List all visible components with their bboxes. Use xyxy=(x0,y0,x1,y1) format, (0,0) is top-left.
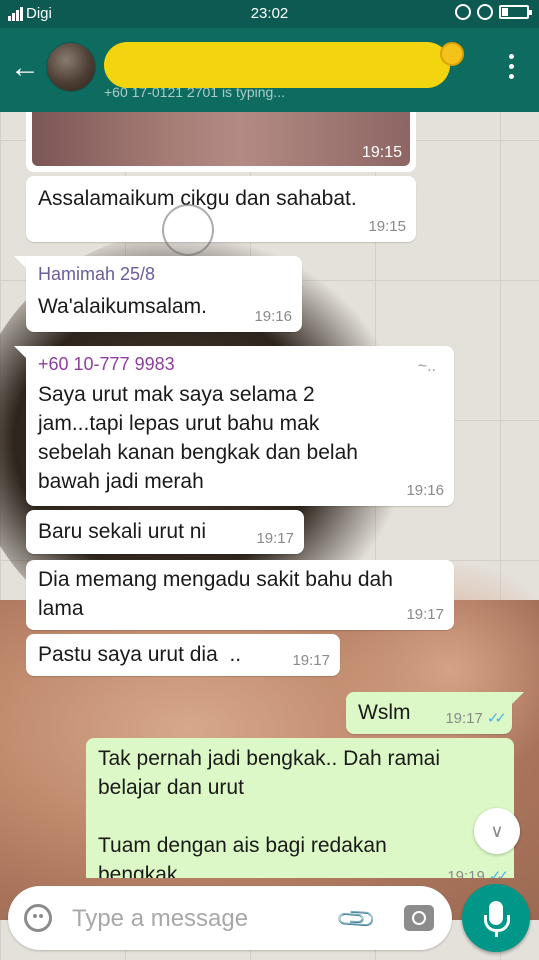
message-text: Tak pernah jadi bengkak.. Dah ramai bela… xyxy=(98,747,441,878)
message-bubble-outgoing[interactable]: Wslm 19:17 ✓✓ xyxy=(346,692,512,734)
message-text: Saya urut mak saya selama 2 jam...tapi l… xyxy=(38,383,358,493)
sender-name: +60 10-777 9983 xyxy=(38,354,175,374)
message-bubble[interactable]: Baru sekali urut ni 19:17 xyxy=(26,510,304,554)
message-time: 19:19 xyxy=(447,868,485,878)
mic-button[interactable] xyxy=(462,884,530,952)
alarm-icon xyxy=(477,4,493,20)
message-time: 19:17 xyxy=(406,606,444,623)
chevron-double-down-icon[interactable]: ∨ xyxy=(474,808,520,854)
bubble-tail xyxy=(512,692,524,704)
rotation-lock-icon xyxy=(455,4,471,20)
message-bubble[interactable]: Pastu saya urut dia .. 19:17 xyxy=(26,634,340,676)
message-composer: 📎 xyxy=(8,886,452,950)
read-ticks-icon: ✓✓ xyxy=(488,868,509,878)
image-message[interactable]: 19:15 xyxy=(26,112,416,172)
chat-header: ← +60 17-0121 2701 is typing... xyxy=(0,28,539,112)
paperclip-icon[interactable]: 📎 xyxy=(333,896,378,941)
group-avatar[interactable] xyxy=(46,42,96,92)
message-input[interactable] xyxy=(72,902,322,936)
message-time: 19:17 xyxy=(292,652,330,669)
more-vert-icon[interactable] xyxy=(509,54,515,79)
message-text: Assalamaikum cikgu dan sahabat. xyxy=(38,187,357,210)
message-text: Baru sekali urut ni xyxy=(38,520,207,543)
bubble-tail xyxy=(14,346,26,358)
group-name-redacted[interactable] xyxy=(104,42,450,88)
message-bubble-outgoing[interactable]: Tak pernah jadi bengkak.. Dah ramai bela… xyxy=(86,738,514,878)
arrow-left-icon[interactable]: ← xyxy=(10,52,42,84)
camera-icon[interactable] xyxy=(404,905,434,931)
sender-pushname: ~.. xyxy=(417,358,436,375)
message-time: 19:16 xyxy=(406,482,444,499)
message-time: 19:16 xyxy=(254,308,292,325)
status-icons xyxy=(455,4,532,20)
message-text: Pastu saya urut dia .. xyxy=(38,643,242,666)
message-time: 19:15 xyxy=(368,218,406,235)
message-clip: Tak pernah jadi bengkak.. Dah ramai bela… xyxy=(86,738,514,878)
bubble-tail xyxy=(14,256,26,268)
status-bar: Digi 23:02 xyxy=(0,0,539,28)
message-time: 19:17 xyxy=(256,530,294,547)
message-bubble[interactable]: Assalamaikum cikgu dan sahabat. 19:15 xyxy=(26,176,416,242)
battery-icon xyxy=(499,5,532,19)
message-text: Wa'alaikumsalam. xyxy=(38,295,207,318)
message-time: 19:17 xyxy=(445,710,483,727)
message-bubble[interactable]: +60 10-777 9983 ~.. Saya urut mak saya s… xyxy=(26,346,454,506)
message-bubble[interactable]: Hamimah 25/8 Wa'alaikumsalam. 19:16 xyxy=(26,256,302,332)
touch-indicator xyxy=(162,204,214,256)
image-thumbnail[interactable] xyxy=(32,112,410,166)
message-text: Dia memang mengadu sakit bahu dah lama xyxy=(38,568,393,620)
mic-icon xyxy=(484,901,510,937)
read-ticks-icon: ✓✓ xyxy=(486,710,507,727)
emoji-icon[interactable] xyxy=(24,904,52,932)
message-time: 19:15 xyxy=(361,144,402,161)
message-time-group: 19:19 ✓✓ xyxy=(447,868,509,878)
message-bubble[interactable]: Dia memang mengadu sakit bahu dah lama 1… xyxy=(26,560,454,630)
emoji-icon xyxy=(440,42,464,66)
message-time-group: 19:17 ✓✓ xyxy=(445,710,507,728)
sender-name: Hamimah 25/8 xyxy=(38,264,156,284)
